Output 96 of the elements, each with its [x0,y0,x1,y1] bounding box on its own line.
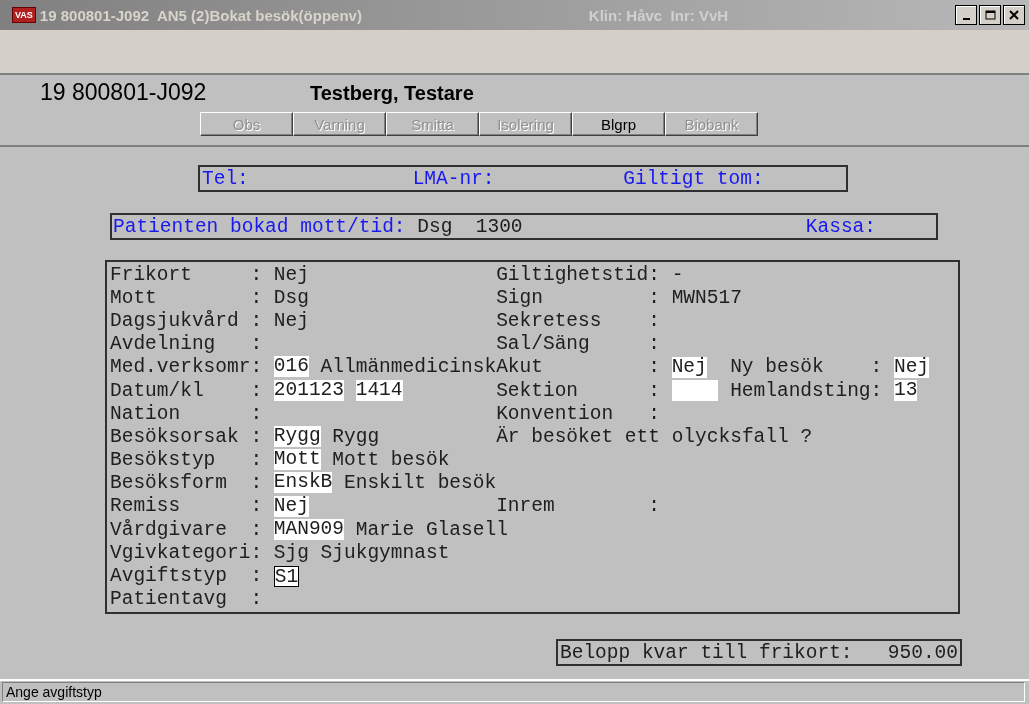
field-label: Nation [110,402,182,425]
field-label: Inrem [496,495,556,518]
minimize-icon [962,17,970,20]
field-label: Sektion [496,379,580,402]
label-colon: : [250,472,264,495]
field-label: Akut [496,356,544,379]
label-colon: : [870,356,884,379]
field-label: Vårdgivare [110,518,229,541]
input-field[interactable] [671,380,719,402]
label-colon: : [250,356,264,379]
field-value: Mott besök [332,449,450,472]
maximize-icon [984,10,996,20]
label-colon: : [250,565,264,588]
label-colon: : [648,402,661,425]
field-label: Datum/kl [110,379,205,402]
input-field[interactable]: MAN909 [273,518,344,540]
field-label: Vgivkategori [110,541,251,564]
label-colon: : [250,425,264,448]
input-field[interactable]: 201123 [273,380,345,402]
field-value: Nej [273,309,309,332]
field-label: Patienten bokad mott/tid: [113,215,406,238]
input-field[interactable]: S1 [273,565,300,587]
input-field[interactable]: 13 [893,380,918,402]
field-label: Giltigt tom: [623,167,765,190]
status-bar: Ange avgiftstyp [2,682,1025,702]
field-value: Marie Glasell [355,518,508,541]
field-label: LMA-nr: [412,167,496,190]
label-colon: : [250,263,264,286]
patient-id: 19 800801-J092 [40,79,208,106]
input-field[interactable]: EnskB [273,472,333,494]
booking-value: Dsg 1300 [417,215,523,238]
input-field[interactable]: 016 [273,356,309,378]
field-value: - [671,263,684,286]
label-colon: : [250,286,264,309]
label-colon: : [648,379,661,402]
flag-button[interactable]: Blgrp [572,112,665,136]
label-colon: : [250,402,264,425]
label-colon: : [648,495,661,518]
field-label: Besöksorsak [110,425,240,448]
field-label: Avgiftstyp [110,565,229,588]
field-label: Avdelning [110,333,217,356]
label-colon: : [250,379,264,402]
question-text: Är besöket ett olycksfall ? [496,425,813,448]
label-colon: : [648,263,661,286]
field-label: Med.verksomr [110,356,251,379]
field-label: Dagsjukvård [110,309,240,332]
field-label: Hemlandsting [730,379,871,402]
label-colon: : [250,449,264,472]
field-label: Remiss [110,495,182,518]
label-colon: : [250,541,264,564]
label-colon: : [648,309,661,332]
app-icon: VAS [12,7,36,23]
field-label: Mott [110,286,158,309]
field-label: Patientavg [110,588,229,611]
field-value: Enskilt besök [344,472,497,495]
input-field[interactable]: Nej [671,356,707,378]
label-colon: : [250,588,264,611]
maximize-button[interactable] [979,5,1001,25]
field-label: Sign [496,286,544,309]
close-icon [1009,10,1019,20]
field-label: Sal/Säng [496,333,591,356]
label-colon: : [250,518,264,541]
input-field[interactable]: Nej [273,495,309,517]
field-label: Belopp kvar till frikort: [560,641,853,664]
minimize-button[interactable] [955,5,977,25]
label-colon: : [250,333,264,356]
field-value: MWN517 [671,286,742,309]
field-value: Nej [273,263,309,286]
label-colon: : [250,309,264,332]
label-colon: : [648,333,661,356]
label-colon: : [250,495,264,518]
input-field[interactable]: Rygg [273,425,321,447]
label-colon: : [648,286,661,309]
field-label: Frikort [110,263,193,286]
field-label: Sekretess [496,309,603,332]
field-value: Sjg [273,541,309,564]
label-colon: : [648,356,661,379]
close-button[interactable] [1003,5,1025,25]
input-field[interactable]: Mott [273,449,321,471]
field-label: Kassa: [805,215,876,238]
field-label: Besökstyp [110,449,217,472]
patient-name: Testberg, Testare [310,82,474,105]
field-label: Konvention [496,402,615,425]
field-value: Allmänmedicinsk [320,356,497,379]
field-value: Rygg [332,425,380,448]
input-field[interactable]: Nej [893,356,930,378]
balance-value: 950.00 [887,641,958,664]
field-value: Dsg [273,286,309,309]
field-label: Tel: [202,167,250,190]
window-title: 19 800801-J092 AN5 (2)Bokat besök(öppenv) [39,6,362,24]
field-label: Besöksform [110,472,229,495]
field-value: Sjukgymnast [320,541,450,564]
label-colon: : [870,379,884,402]
input-field[interactable]: 1414 [355,380,403,402]
field-label: Giltighetstid [496,263,649,286]
field-label: Ny besök [730,356,825,379]
